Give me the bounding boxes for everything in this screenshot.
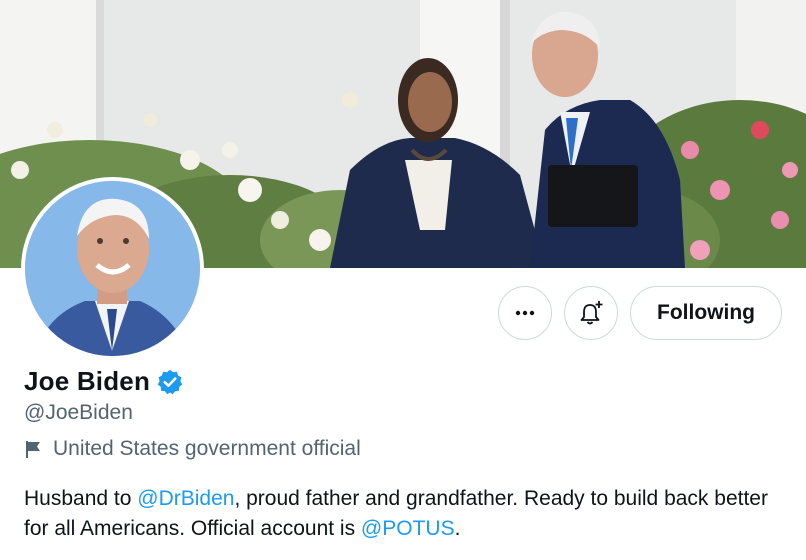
profile-bio: Husband to @DrBiden, proud father and gr… xyxy=(24,484,794,544)
more-options-icon xyxy=(515,310,535,316)
bell-plus-icon xyxy=(580,301,603,325)
profile-handle: @JoeBiden xyxy=(24,401,133,424)
mention-link[interactable]: @POTUS xyxy=(361,517,455,540)
bio-text: Husband to xyxy=(24,487,138,510)
flag-icon xyxy=(26,441,40,458)
profile-avatar[interactable] xyxy=(21,177,204,360)
bio-text: . xyxy=(454,517,461,540)
more-options-button[interactable] xyxy=(498,286,553,340)
following-button[interactable]: Following xyxy=(630,286,782,340)
notifications-button[interactable] xyxy=(564,286,619,340)
profile-name-row: Joe Biden xyxy=(24,366,184,397)
profile-category: United States government official xyxy=(24,437,361,461)
profile-actions: Following xyxy=(498,286,782,340)
display-name: Joe Biden xyxy=(24,366,151,396)
category-label: United States government official xyxy=(53,437,361,460)
verified-badge-icon xyxy=(157,369,183,394)
mention-link[interactable]: @DrBiden xyxy=(137,487,234,510)
